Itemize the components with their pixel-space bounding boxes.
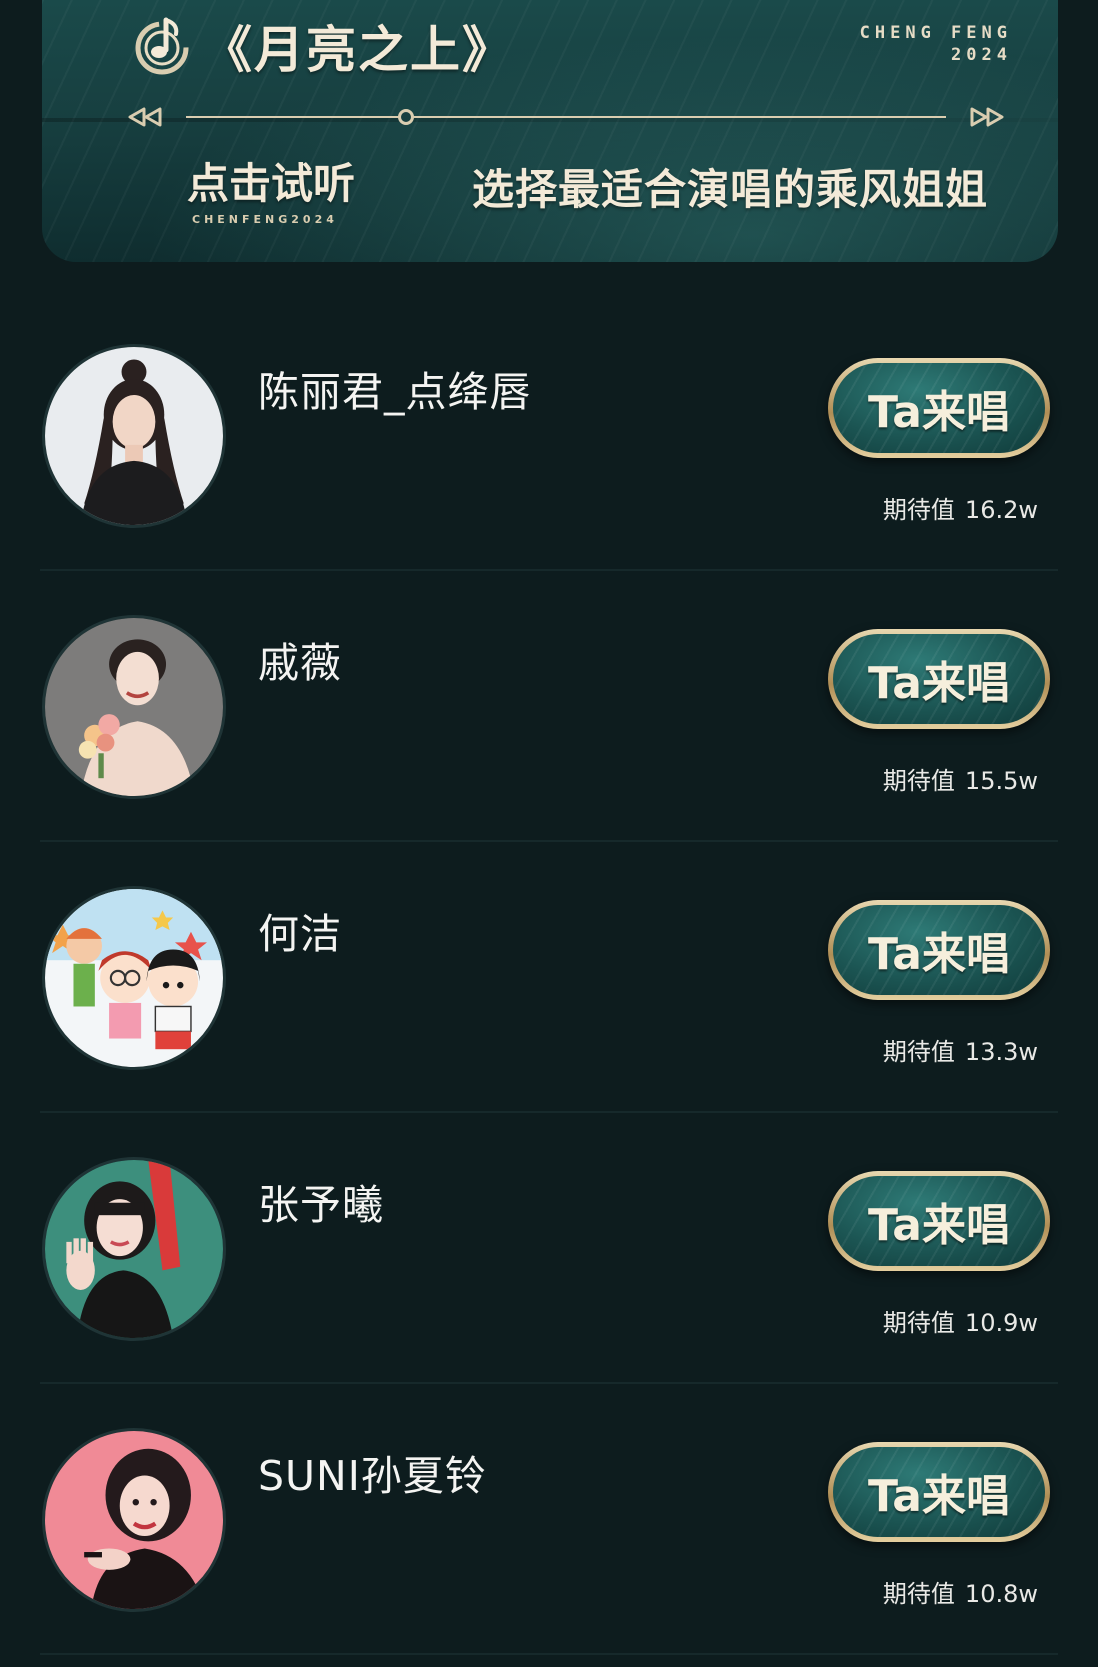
woman-portrait-icon (45, 618, 223, 796)
expectation-label: 期待值 (882, 496, 955, 524)
candidate-name: 戚薇 (258, 639, 342, 687)
sing-button-face[interactable]: Ta来唱 (833, 905, 1045, 995)
sing-button-label: Ta来唱 (867, 1200, 1011, 1251)
progress-track[interactable] (186, 116, 946, 118)
song-banner: 《月亮之上》 CHENG FENG 2024 点击试听 CHENFENG2024… (42, 0, 1058, 262)
expectation-stat: 期待值 16.2w (883, 490, 1038, 525)
sing-button-face[interactable]: Ta来唱 (833, 634, 1045, 724)
choose-prompt: 选择最适合演唱的乘风姐姐 (472, 165, 989, 214)
expectation-value: 16.2w (964, 496, 1038, 524)
list-item: 张予曦 Ta来唱 期待值 10.9w (0, 1113, 1098, 1384)
audio-progress[interactable] (126, 104, 1006, 130)
page: 《月亮之上》 CHENG FENG 2024 点击试听 CHENFENG2024… (0, 0, 1098, 1667)
listen-button[interactable]: 点击试听 (187, 150, 355, 211)
list-item: SUNI孙夏铃 Ta来唱 期待值 10.8w (0, 1384, 1098, 1655)
row-divider (40, 1653, 1058, 1655)
brand-line-2: 2024 (951, 45, 1012, 65)
expectation-value: 10.8w (964, 1580, 1038, 1608)
sing-button[interactable]: Ta来唱 (828, 629, 1050, 729)
sing-button-face[interactable]: Ta来唱 (833, 1176, 1045, 1266)
list-item: 陈丽君_点绛唇 Ta来唱 期待值 16.2w (0, 300, 1098, 571)
woman-portrait-icon (45, 347, 223, 525)
woman-portrait-icon (45, 1160, 223, 1338)
expectation-stat: 期待值 10.8w (883, 1574, 1038, 1609)
song-title: 《月亮之上》 (202, 20, 514, 79)
candidate-list: 陈丽君_点绛唇 Ta来唱 期待值 16.2w 戚薇 Ta来唱 期待值 15.5w… (0, 300, 1098, 1655)
sing-button-face[interactable]: Ta来唱 (833, 1447, 1045, 1537)
cartoon-children-icon (45, 889, 223, 1067)
music-note-icon (135, 17, 189, 75)
candidate-name: 何洁 (258, 910, 342, 958)
avatar[interactable] (42, 1428, 226, 1612)
brand-line-1: CHENG FENG (859, 23, 1012, 43)
expectation-label: 期待值 (882, 1309, 955, 1337)
expectation-stat: 期待值 15.5w (883, 761, 1038, 796)
candidate-name: SUNI孙夏铃 (258, 1452, 487, 1500)
sing-button[interactable]: Ta来唱 (828, 1442, 1050, 1542)
expectation-stat: 期待值 10.9w (883, 1303, 1038, 1338)
avatar[interactable] (42, 1157, 226, 1341)
sing-button[interactable]: Ta来唱 (828, 900, 1050, 1000)
avatar[interactable] (42, 344, 226, 528)
expectation-value: 13.3w (964, 1038, 1038, 1066)
sing-button-label: Ta来唱 (867, 929, 1011, 980)
sing-button[interactable]: Ta来唱 (828, 1171, 1050, 1271)
listen-sub-label: CHENFENG2024 (192, 213, 338, 226)
avatar[interactable] (42, 886, 226, 1070)
candidate-name: 陈丽君_点绛唇 (258, 368, 532, 416)
list-item: 戚薇 Ta来唱 期待值 15.5w (0, 571, 1098, 842)
expectation-stat: 期待值 13.3w (883, 1032, 1038, 1067)
brand-label: CHENG FENG 2024 (860, 22, 1012, 66)
sing-button[interactable]: Ta来唱 (828, 358, 1050, 458)
fast-forward-icon[interactable] (962, 106, 1006, 128)
sing-button-label: Ta来唱 (867, 658, 1011, 709)
expectation-label: 期待值 (882, 767, 955, 795)
sing-button-face[interactable]: Ta来唱 (833, 363, 1045, 453)
woman-portrait-icon (45, 1431, 223, 1609)
rewind-icon[interactable] (126, 106, 170, 128)
sing-button-label: Ta来唱 (867, 1471, 1011, 1522)
expectation-value: 15.5w (964, 767, 1038, 795)
expectation-label: 期待值 (882, 1038, 955, 1066)
expectation-label: 期待值 (882, 1580, 955, 1608)
expectation-value: 10.9w (964, 1309, 1038, 1337)
avatar[interactable] (42, 615, 226, 799)
progress-knob[interactable] (398, 109, 415, 125)
list-item: 何洁 Ta来唱 期待值 13.3w (0, 842, 1098, 1113)
sing-button-label: Ta来唱 (867, 387, 1011, 438)
candidate-name: 张予曦 (258, 1181, 384, 1229)
